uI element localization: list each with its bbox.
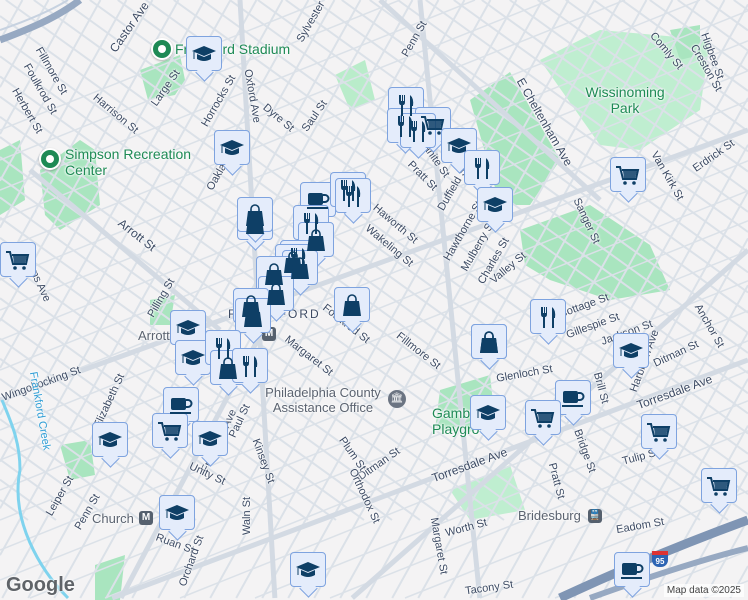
stadium-pin-icon[interactable] [151,38,173,60]
school-marker[interactable] [477,187,513,222]
shopping-icon [263,281,289,307]
school-icon [175,315,201,341]
school-marker[interactable] [192,421,228,456]
grocery-marker[interactable] [701,468,737,503]
grocery-icon [157,418,183,444]
poi-philadelphia-county-assistance-office[interactable]: Philadelphia County Assistance Office [258,385,388,415]
government-building-icon[interactable]: 🏛 [388,390,406,408]
grocery-marker[interactable] [0,242,36,277]
school-icon [180,345,206,371]
metro-icon[interactable]: M [139,511,153,525]
school-marker[interactable] [186,36,222,71]
school-icon [219,135,245,161]
school-icon [475,400,501,426]
restaurant-marker[interactable] [232,348,268,383]
grocery-icon [530,405,556,431]
poi-simpson-recreation-center[interactable]: Simpson Recreation Center [65,146,215,178]
school-icon [618,338,644,364]
shopping-icon [476,329,502,355]
shopping-marker[interactable] [334,287,370,322]
station-bridesburg[interactable]: Bridesburg [518,508,581,523]
restaurant-icon [535,304,561,330]
school-icon [295,557,321,583]
school-marker[interactable] [214,130,250,165]
shopping-icon [287,255,313,281]
shopping-icon [240,303,266,329]
school-marker[interactable] [613,333,649,368]
coffee-icon [560,385,586,411]
grocery-marker[interactable] [610,157,646,192]
shopping-icon [339,292,365,318]
school-marker[interactable] [290,552,326,587]
school-icon [482,192,508,218]
coffee-marker[interactable] [555,380,591,415]
grocery-icon [5,247,31,273]
poi-label: Wissinoming Park [585,84,665,116]
grocery-marker[interactable] [641,414,677,449]
school-icon [191,41,217,67]
restaurant-icon [469,155,495,181]
shopping-marker[interactable] [237,197,273,232]
map-attribution[interactable]: Map data ©2025 [663,584,744,597]
train-icon[interactable]: 🚆 [588,509,602,523]
station-arrott[interactable]: Arrott [138,328,170,343]
school-icon [164,500,190,526]
restaurant-marker[interactable] [530,299,566,334]
street-label: Waln St [241,496,254,536]
coffee-icon [619,557,645,583]
poi-label: Philadelphia County Assistance Office [265,385,381,415]
school-marker[interactable] [159,495,195,530]
grocery-icon [646,419,672,445]
school-icon [197,426,223,452]
restaurant-icon [237,353,263,379]
school-marker[interactable] [470,395,506,430]
poi-wissinoming-park[interactable]: Wissinoming Park [580,84,670,116]
shopping-icon [242,202,268,228]
shopping-marker[interactable] [471,324,507,359]
coffee-marker[interactable] [614,552,650,587]
google-logo[interactable]: Google [6,574,75,597]
restaurant-marker[interactable] [335,178,371,213]
school-icon [97,427,123,453]
grocery-marker[interactable] [525,400,561,435]
grocery-icon [706,473,732,499]
station-church[interactable]: Church [92,511,134,526]
coffee-icon [168,392,194,418]
grocery-marker[interactable] [152,413,188,448]
shopping-marker[interactable] [235,298,271,333]
school-marker[interactable] [92,422,128,457]
school-marker[interactable] [175,340,211,375]
recreation-pin-icon[interactable] [39,148,61,170]
restaurant-icon [340,183,366,209]
grocery-icon [615,162,641,188]
restaurant-marker[interactable] [464,150,500,185]
school-marker[interactable] [170,310,206,345]
restaurant-icon [405,118,431,144]
restaurant-marker[interactable] [400,113,436,148]
poi-label: Simpson Recreation Center [65,146,192,178]
interstate-shield-icon: 95 [652,551,668,567]
